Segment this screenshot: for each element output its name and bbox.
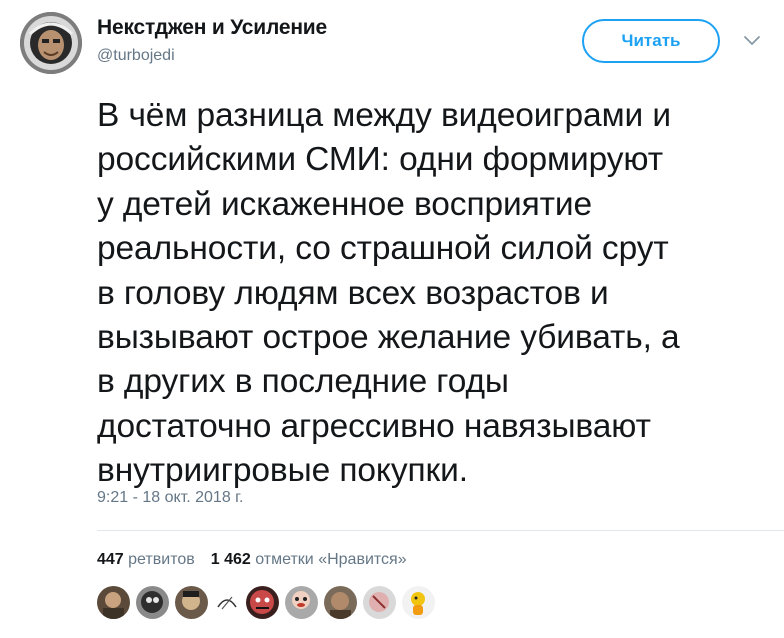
author-name[interactable]: Некстджен и Усиление (97, 16, 327, 40)
liker-avatar[interactable] (136, 586, 169, 619)
liker-avatars (97, 586, 435, 620)
tweet-line: в других в последние годы (97, 363, 509, 401)
tweet-line: вызывают острое желание убивать, а (97, 319, 680, 357)
liker-avatar[interactable] (324, 586, 357, 619)
tweet-stats: 447 ретвитов 1 462 отметки «Нравится» (97, 551, 407, 569)
liker-avatar[interactable] (285, 586, 318, 619)
chevron-down-icon[interactable] (742, 32, 762, 48)
tweet-line: реальности, со страшной силой срут (97, 230, 669, 268)
likes-stat[interactable]: 1 462 отметки «Нравится» (211, 551, 407, 568)
tweet-line: В чём разница между видеоиграми и (97, 97, 671, 134)
tweet-text: В чём разница между видеоиграми и россий… (97, 94, 767, 494)
likes-label: отметки «Нравится» (255, 551, 407, 568)
liker-avatar[interactable] (246, 586, 279, 619)
liker-avatar[interactable] (97, 586, 130, 619)
liker-avatar[interactable] (214, 589, 240, 615)
tweet-line: российскими СМИ: одни формируют (97, 141, 663, 179)
retweets-label: ретвитов (128, 551, 195, 568)
liker-avatar[interactable] (402, 586, 435, 619)
tweet-line: в голову людям всех возрастов и (97, 274, 609, 312)
liker-avatar[interactable] (363, 586, 396, 619)
likes-count: 1 462 (210, 551, 251, 568)
author-handle[interactable]: @turbojedi (97, 47, 175, 65)
retweets-count: 447 (97, 551, 124, 568)
retweets-stat[interactable]: 447 ретвитов (97, 551, 195, 568)
tweet-line: внутриигровые покупки. (97, 452, 468, 490)
tweet-timestamp[interactable]: 9:21 - 18 окт. 2018 г. (97, 489, 244, 507)
liker-avatar[interactable] (175, 586, 208, 619)
follow-button[interactable]: Читать (582, 19, 720, 63)
author-avatar[interactable] (20, 12, 82, 74)
tweet-line: у детей искаженное восприятие (97, 185, 593, 223)
divider (97, 530, 784, 531)
tweet-line: достаточно агрессивно навязывают (97, 407, 651, 445)
